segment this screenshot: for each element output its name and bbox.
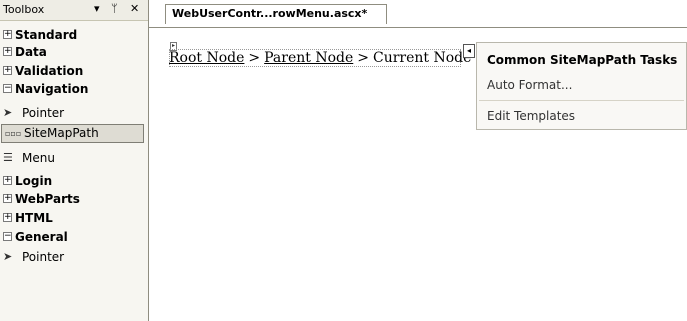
toolbox-group-login[interactable]: + Login <box>0 173 148 189</box>
breadcrumb-separator: > <box>248 50 261 66</box>
breadcrumb-root[interactable]: Root Node <box>169 50 244 66</box>
breadcrumb-current: Current Node <box>373 50 472 66</box>
toolbox-item-sitemappath[interactable]: ▫▫▫ SiteMapPath <box>1 124 144 143</box>
document-tabstrip: WebUserContr...rowMenu.ascx* <box>149 0 687 28</box>
task-auto-format[interactable]: Auto Format... <box>487 78 572 92</box>
item-label: SiteMapPath <box>24 126 99 140</box>
pointer-icon: ➤ <box>3 250 13 263</box>
toolbox-group-validation[interactable]: + Validation <box>0 63 148 79</box>
menu-icon: ☰ <box>3 151 13 164</box>
collapse-icon[interactable]: − <box>3 232 12 241</box>
collapse-icon[interactable]: − <box>3 84 12 93</box>
tabstrip-divider <box>149 27 687 28</box>
group-label: WebParts <box>15 192 80 206</box>
smart-tag-icon[interactable]: ◂ <box>463 44 475 58</box>
toolbox-panel: Toolbox ▾ ᛘ ✕ + Standard + Data + Valida… <box>0 0 149 321</box>
task-separator <box>479 100 684 101</box>
breadcrumb-separator: > <box>357 50 370 66</box>
expand-icon[interactable]: + <box>3 194 12 203</box>
pin-icon[interactable]: ᛘ <box>111 2 118 16</box>
pointer-icon: ➤ <box>3 106 13 119</box>
toolbox-group-general[interactable]: − General <box>0 229 148 245</box>
toolbox-header: Toolbox ▾ ᛘ ✕ <box>0 0 148 21</box>
toolbox-group-webparts[interactable]: + WebParts <box>0 191 148 207</box>
task-edit-templates[interactable]: Edit Templates <box>487 109 575 123</box>
document-tab[interactable]: WebUserContr...rowMenu.ascx* <box>165 4 387 24</box>
expand-icon[interactable]: + <box>3 176 12 185</box>
toolbox-item-pointer[interactable]: ➤ Pointer <box>0 105 148 121</box>
sitemappath-control[interactable]: Root Node > Parent Node > Current Node <box>169 50 471 66</box>
group-label: Standard <box>15 28 78 42</box>
toolbox-title: Toolbox <box>3 3 45 16</box>
toolbox-group-data[interactable]: + Data <box>0 44 148 60</box>
expand-icon[interactable]: + <box>3 30 12 39</box>
dropdown-arrow-icon[interactable]: ▾ <box>94 2 100 16</box>
toolbox-group-html[interactable]: + HTML <box>0 210 148 226</box>
toolbox-group-navigation[interactable]: − Navigation <box>0 81 148 97</box>
close-icon[interactable]: ✕ <box>130 2 139 16</box>
task-panel-title: Common SiteMapPath Tasks <box>487 53 678 67</box>
expand-icon[interactable]: + <box>3 213 12 222</box>
toolbox-item-menu[interactable]: ☰ Menu <box>0 150 148 166</box>
item-label: Pointer <box>22 250 65 264</box>
item-label: Pointer <box>22 106 65 120</box>
group-label: Navigation <box>15 82 89 96</box>
toolbox-group-standard[interactable]: + Standard <box>0 27 148 43</box>
group-label: HTML <box>15 211 53 225</box>
group-label: General <box>15 230 68 244</box>
smart-task-panel: Common SiteMapPath Tasks Auto Format... … <box>476 42 687 130</box>
group-label: Validation <box>15 64 84 78</box>
sitemappath-icon: ▫▫▫ <box>5 129 22 138</box>
group-label: Data <box>15 45 47 59</box>
group-label: Login <box>15 174 53 188</box>
expand-icon[interactable]: + <box>3 47 12 56</box>
expand-icon[interactable]: + <box>3 66 12 75</box>
item-label: Menu <box>22 151 55 165</box>
toolbox-item-pointer-general[interactable]: ➤ Pointer <box>0 249 148 265</box>
breadcrumb-parent[interactable]: Parent Node <box>264 50 353 66</box>
